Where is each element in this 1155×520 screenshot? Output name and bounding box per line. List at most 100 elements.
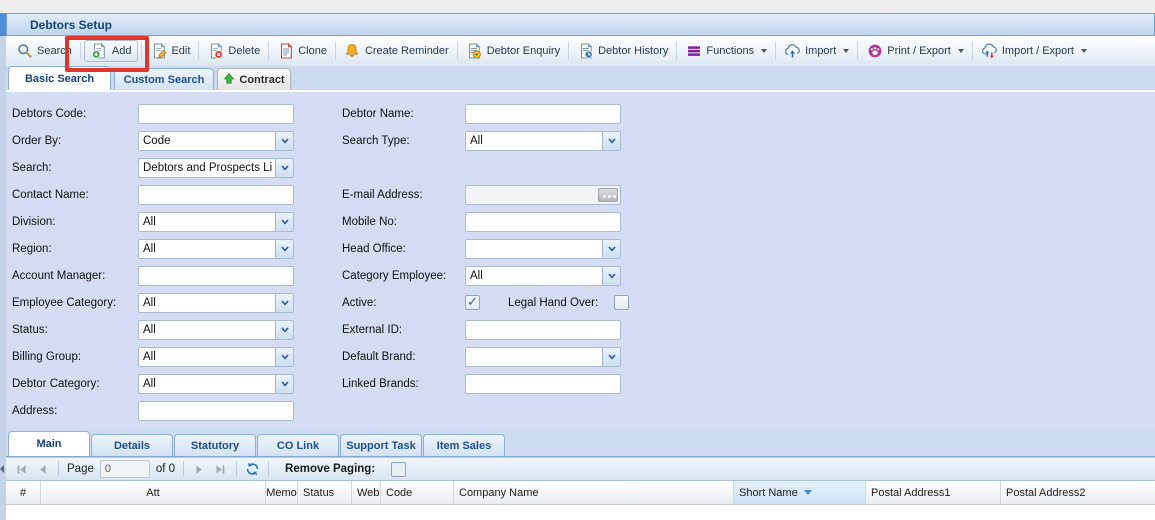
debtor-name-input[interactable] [465, 103, 621, 124]
column-header-short-name[interactable]: Short Name [734, 481, 866, 504]
toolbar: Search Add Edit Delete Clone Create Remi… [6, 36, 1155, 66]
active-checkbox[interactable] [465, 294, 480, 310]
chevron-down-icon[interactable] [602, 347, 620, 366]
search-type-select[interactable]: All [465, 130, 621, 151]
column-header-web[interactable]: Web: [352, 481, 381, 504]
email-browse-button[interactable] [598, 187, 618, 202]
field-label: Debtor Name: [342, 107, 414, 120]
field-label: Billing Group: [12, 350, 82, 363]
debtor-category-select[interactable]: All [138, 373, 294, 394]
field-label: Status: [12, 323, 48, 336]
address-input[interactable] [138, 400, 294, 421]
create-reminder-button[interactable]: Create Reminder [339, 40, 454, 62]
column-header-number[interactable]: # [6, 481, 41, 504]
legal-hand-over-checkbox[interactable] [614, 295, 630, 310]
chevron-down-icon[interactable] [275, 131, 293, 150]
email-address-input[interactable] [465, 184, 621, 205]
remove-paging-checkbox[interactable] [391, 461, 407, 477]
previous-page-button[interactable] [35, 462, 50, 477]
toolbar-separator [456, 42, 458, 60]
field-label: Division: [12, 215, 56, 228]
column-header-postal-address2[interactable]: Postal Address2 [1001, 481, 1155, 504]
search-button[interactable]: Search [11, 40, 77, 62]
button-label: Functions [706, 45, 755, 57]
edit-button[interactable]: Edit [145, 40, 195, 62]
search-select[interactable]: Debtors and Prospects Li [138, 157, 294, 178]
functions-menu-button[interactable]: Functions [680, 40, 772, 62]
tab-main[interactable]: Main [8, 431, 90, 456]
column-header-memo[interactable]: Memo [266, 481, 298, 504]
head-office-select[interactable] [465, 238, 621, 259]
chevron-down-icon[interactable] [275, 320, 293, 339]
chevron-down-icon[interactable] [275, 239, 293, 258]
delete-button[interactable]: Delete [202, 40, 265, 62]
order-by-select[interactable]: Code [138, 130, 294, 151]
linked-brands-input[interactable] [465, 373, 621, 394]
column-header-att[interactable]: Att [41, 481, 266, 504]
tab-details[interactable]: Details [91, 434, 173, 456]
chevron-down-icon[interactable] [602, 266, 620, 285]
chevron-down-icon [843, 49, 850, 53]
first-page-button[interactable] [14, 462, 29, 477]
chevron-down-icon[interactable] [602, 239, 620, 258]
chevron-down-icon[interactable] [275, 347, 293, 366]
grid-body-empty[interactable] [6, 505, 1155, 520]
last-page-button[interactable] [213, 462, 228, 477]
tab-support-task[interactable]: Support Task [340, 434, 422, 456]
print-export-menu-button[interactable]: Print / Export [861, 40, 969, 62]
tab-item-sales[interactable]: Item Sales [423, 434, 505, 456]
default-brand-select[interactable] [465, 346, 621, 367]
column-header-code[interactable]: Code [381, 481, 454, 504]
employee-category-select[interactable]: All [138, 292, 294, 313]
tab-label: Main [36, 438, 62, 450]
desktop-background-strip [0, 0, 1155, 13]
field-label: Employee Category: [12, 296, 117, 309]
refresh-icon[interactable] [245, 462, 260, 477]
field-label: External ID: [342, 323, 403, 336]
button-label: Create Reminder [364, 45, 449, 57]
chevron-down-icon[interactable] [275, 212, 293, 231]
category-employee-select[interactable]: All [465, 265, 621, 286]
debtor-enquiry-button[interactable]: Debtor Enquiry [461, 40, 565, 62]
tab-contract[interactable]: Contract [217, 68, 291, 90]
import-export-menu-button[interactable]: Import / Export [976, 40, 1092, 62]
chevron-down-icon[interactable] [275, 374, 293, 393]
column-header-postal-address1[interactable]: Postal Address1 [866, 481, 1001, 504]
status-select[interactable]: All [138, 319, 294, 340]
tab-co-link[interactable]: CO Link [257, 434, 339, 456]
field-label: Head Office: [342, 242, 406, 255]
account-manager-input[interactable] [138, 265, 294, 286]
billing-group-select[interactable]: All [138, 346, 294, 367]
tab-custom-search[interactable]: Custom Search [114, 68, 214, 90]
chevron-down-icon [761, 49, 768, 53]
next-page-button[interactable] [192, 462, 207, 477]
region-select[interactable]: All [138, 238, 294, 259]
tab-label: CO Link [276, 439, 320, 452]
division-select[interactable]: All [138, 211, 294, 232]
chevron-down-icon [957, 49, 964, 53]
page-number-input[interactable] [99, 460, 150, 478]
debtors-setup-window: Debtors Setup Search Add Edit Delete Clo… [0, 0, 1155, 520]
form-row-spacer [342, 154, 629, 181]
column-header-status[interactable]: Status [298, 481, 352, 504]
toolbar-separator [141, 42, 143, 60]
tab-basic-search[interactable]: Basic Search [8, 66, 111, 90]
mobile-no-input[interactable] [465, 211, 621, 232]
debtor-history-button[interactable]: Debtor History [572, 40, 673, 62]
chevron-down-icon[interactable] [275, 158, 293, 177]
debtors-code-input[interactable] [138, 103, 294, 124]
add-button[interactable]: Add [83, 40, 139, 62]
external-id-input[interactable] [465, 319, 621, 340]
tab-label: Statutory [190, 439, 240, 452]
import-menu-button[interactable]: Import [779, 40, 854, 62]
chevron-down-icon[interactable] [602, 131, 620, 150]
clone-button[interactable]: Clone [272, 40, 332, 62]
button-label: Search [37, 45, 72, 57]
column-header-company-name[interactable]: Company Name [454, 481, 734, 504]
contact-name-input[interactable] [138, 184, 294, 205]
collapse-left-icon[interactable] [0, 465, 4, 473]
chevron-down-icon[interactable] [275, 293, 293, 312]
tab-statutory[interactable]: Statutory [174, 434, 256, 456]
field-label: E-mail Address: [342, 188, 423, 201]
page-label: Page [67, 463, 94, 475]
